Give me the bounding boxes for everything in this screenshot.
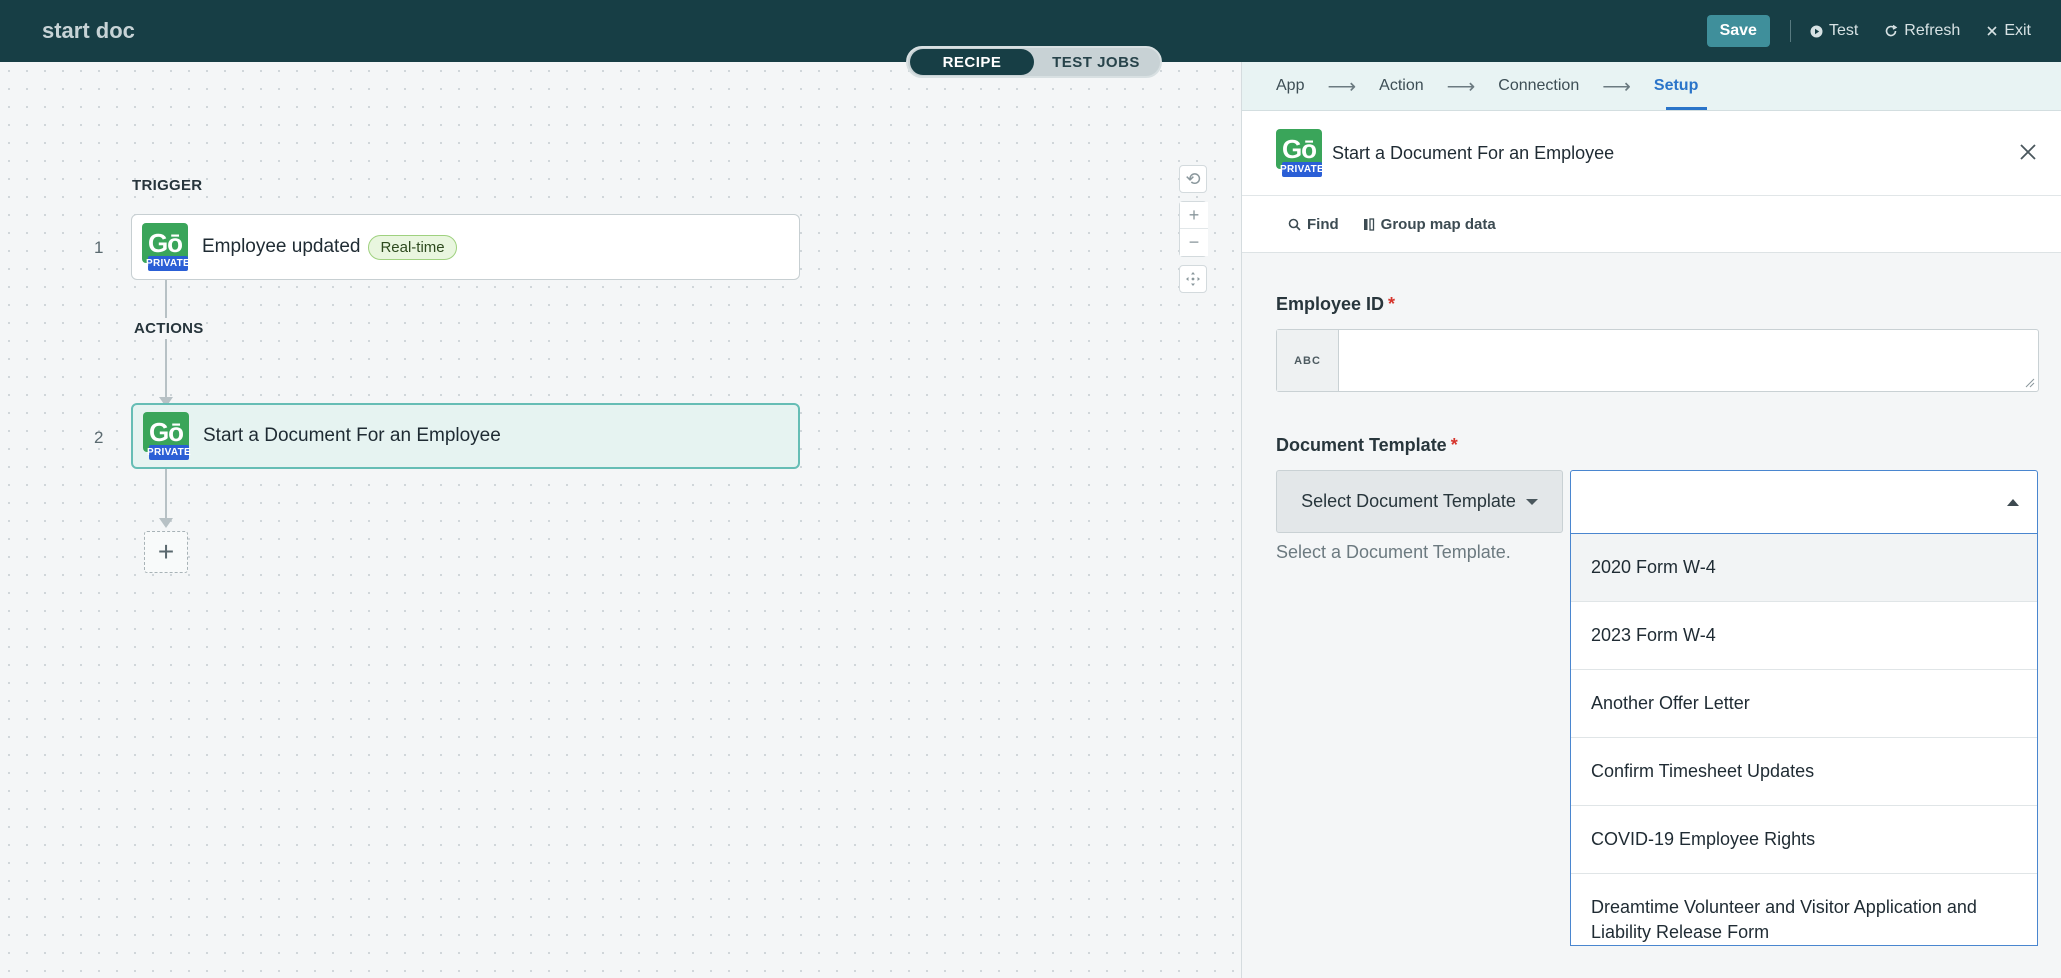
zoom-group: + − [1179, 201, 1208, 257]
connector-line [165, 348, 167, 400]
close-icon[interactable] [2017, 141, 2039, 163]
wizard-step-setup[interactable]: Setup [1654, 77, 1698, 95]
private-badge: PRIVATE [147, 445, 191, 460]
dropdown-option[interactable]: Dreamtime Volunteer and Visitor Applicat… [1571, 874, 2037, 945]
test-button[interactable]: Test [1810, 22, 1858, 40]
panel-header: Gō PRIVATE Start a Document For an Emplo… [1242, 111, 2061, 196]
arrow-right-icon: ⟶ [1602, 75, 1631, 98]
recipe-canvas[interactable]: ⟲ + − TRIGGER 1 Gō PRIVATE Employee upda… [0, 62, 1241, 978]
active-step-indicator [1666, 107, 1707, 110]
app-logo: Gō PRIVATE [142, 223, 190, 271]
arrow-down-icon [159, 518, 173, 528]
helper-text: Select a Document Template. [1276, 542, 1511, 562]
document-template-select[interactable] [1570, 470, 2038, 534]
dropdown-option[interactable]: 2023 Form W-4 [1571, 602, 2037, 670]
app-logo: Gō PRIVATE [1276, 129, 1324, 177]
arrow-right-icon: ⟶ [1327, 75, 1357, 98]
chevron-up-icon[interactable] [2007, 499, 2019, 506]
search-icon [1288, 218, 1301, 231]
panel-title: Start a Document For an Employee [1332, 142, 1615, 163]
employee-id-label: Employee ID * [1276, 294, 1395, 315]
app-logo: Gō PRIVATE [143, 412, 191, 460]
dropdown-option[interactable]: Another Offer Letter [1571, 670, 2037, 738]
select-document-template-button[interactable]: Select Document Template [1276, 470, 1563, 533]
resize-handle-icon[interactable] [2025, 378, 2035, 388]
private-badge: PRIVATE [1280, 162, 1324, 177]
document-template-label: Document Template * [1276, 435, 1458, 456]
action-step-card[interactable]: Gō PRIVATE Start a Document For an Emplo… [131, 403, 800, 469]
recipe-title[interactable]: start doc [42, 18, 135, 44]
private-badge: PRIVATE [146, 256, 190, 271]
step-label: Start a Document For an Employee [203, 425, 501, 446]
reset-view-icon[interactable]: ⟲ [1179, 165, 1207, 193]
text-type-tag: ABC [1277, 330, 1339, 391]
add-step-button[interactable]: + [144, 531, 188, 573]
connector-line [165, 469, 167, 520]
refresh-label: Refresh [1904, 22, 1961, 39]
find-button[interactable]: Find [1288, 216, 1339, 233]
step-label: Employee updated [202, 236, 361, 257]
top-actions: Save Test Refresh Exit [1706, 15, 2031, 47]
zoom-out-button[interactable]: − [1180, 229, 1208, 256]
employee-id-label-text: Employee ID [1276, 294, 1385, 314]
save-button[interactable]: Save [1706, 15, 1770, 47]
step-number: 2 [94, 428, 104, 447]
dropdown-option[interactable]: 2020 Form W-4 [1571, 534, 2037, 602]
group-map-label: Group map data [1380, 215, 1496, 233]
chevron-down-icon [1525, 498, 1538, 505]
play-circle-icon [1810, 25, 1823, 37]
close-icon [1987, 26, 1997, 36]
refresh-button[interactable]: Refresh [1884, 22, 1960, 40]
wizard-step-connection[interactable]: Connection [1498, 77, 1579, 95]
zoom-controls: ⟲ + − [1179, 165, 1208, 293]
zoom-in-button[interactable]: + [1180, 202, 1208, 229]
wizard-step-action[interactable]: Action [1379, 77, 1423, 95]
columns-icon [1363, 217, 1374, 231]
panel-toolbar: Find Group map data [1242, 196, 2061, 253]
wizard-steps: App ⟶ Action ⟶ Connection ⟶ Setup [1242, 62, 2061, 111]
fit-screen-icon [1186, 272, 1200, 286]
test-label: Test [1828, 22, 1859, 39]
fit-icon[interactable] [1179, 265, 1207, 293]
required-mark: * [1450, 435, 1458, 455]
employee-id-input[interactable] [1339, 330, 2038, 391]
find-label: Find [1307, 215, 1339, 233]
select-button-label: Select Document Template [1301, 491, 1516, 511]
trigger-section-label: TRIGGER [132, 177, 203, 194]
document-template-label-text: Document Template [1276, 435, 1447, 455]
document-template-dropdown: 2020 Form W-4 2023 Form W-4 Another Offe… [1570, 534, 2038, 946]
refresh-icon [1886, 24, 1898, 37]
wizard-step-app[interactable]: App [1276, 77, 1304, 95]
tab-recipe[interactable]: RECIPE [910, 49, 1034, 75]
view-toggle: RECIPE TEST JOBS [906, 46, 1162, 78]
arrow-right-icon: ⟶ [1446, 75, 1476, 98]
dropdown-option[interactable]: Confirm Timesheet Updates [1571, 738, 2037, 806]
group-map-data-button[interactable]: Group map data [1363, 216, 1496, 233]
exit-button[interactable]: Exit [1986, 22, 2031, 40]
step-number: 1 [94, 238, 104, 257]
trigger-step-card[interactable]: Gō PRIVATE Employee updated Real-time [131, 214, 800, 280]
step-config-panel: App ⟶ Action ⟶ Connection ⟶ Setup Gō PRI… [1241, 62, 2061, 978]
tab-test-jobs[interactable]: TEST JOBS [1034, 49, 1158, 75]
realtime-badge: Real-time [368, 234, 457, 260]
dropdown-option[interactable]: COVID-19 Employee Rights [1571, 806, 2037, 874]
required-mark: * [1388, 294, 1396, 314]
employee-id-field[interactable]: ABC [1276, 329, 2039, 392]
exit-label: Exit [2004, 22, 2031, 39]
divider [1789, 20, 1791, 42]
actions-section-label: ACTIONS [134, 318, 204, 339]
